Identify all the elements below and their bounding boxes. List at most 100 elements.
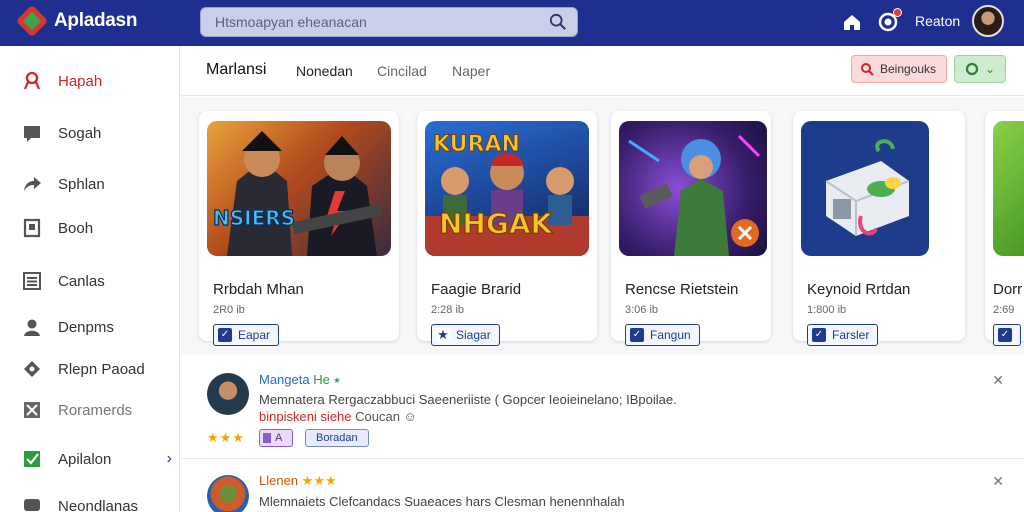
list-item[interactable]: Llenen ★★★ Mlemnaiets Clefcandacs Suaeac… (181, 459, 1024, 512)
svg-text:NSIERS: NSIERS (213, 206, 295, 230)
chevron-right-icon[interactable]: › (167, 450, 172, 468)
avatar[interactable] (207, 475, 249, 512)
install-button[interactable]: ✓ Farsler (807, 324, 879, 346)
search-input[interactable] (215, 14, 535, 30)
install-label: Siagar (456, 328, 491, 342)
list-item[interactable]: Mangeta He ⭑ Memnatera Rergaczabbuci Sae… (181, 356, 1024, 456)
sidebar-item-label: Canlas (58, 272, 105, 290)
app-cards-row: NSIERS Rrbdah Mhan 2R0 ib ✓ Eapar KURAN N… (181, 97, 1024, 355)
tab-marlansi[interactable]: Marlansi (206, 61, 266, 79)
sidebar-item-rlepn-paoad[interactable]: Rlepn Paoad (22, 355, 172, 383)
sidebar-item-hapah[interactable]: Hapah (22, 67, 172, 95)
divider (181, 458, 1024, 459)
tab-naper[interactable]: Naper (452, 63, 490, 79)
install-button[interactable]: ★ Siagar (431, 324, 500, 346)
reviews-list: Mangeta He ⭑ Memnatera Rergaczabbuci Sae… (181, 356, 1024, 512)
top-bar: Apladasn Reaton (0, 0, 1024, 46)
share-arrow-icon (24, 177, 41, 191)
install-label: Farsler (832, 328, 870, 342)
app-title: Keynoid Rrtdan (807, 281, 911, 298)
check-icon: ✓ (630, 328, 644, 342)
avatar[interactable] (207, 373, 249, 415)
install-button[interactable]: ✓ Fangun (625, 324, 700, 346)
beingouks-button[interactable]: Beingouks (851, 55, 947, 83)
game-art-image: NSIERS (212, 131, 383, 256)
filter-button[interactable]: ⌄ (954, 55, 1006, 83)
install-label: Eapar (238, 328, 271, 342)
sidebar-item-sphlan[interactable]: Sphlan (22, 170, 172, 198)
sidebar-item-apilalon[interactable]: Apilalon › (22, 445, 172, 473)
sidebar-item-neondlanas[interactable]: Neondlanas (22, 492, 172, 512)
app-title: Rrbdah Mhan (213, 281, 304, 298)
sidebar-item-canlas[interactable]: Canlas (22, 267, 172, 295)
beingouks-label: Beingouks (880, 62, 937, 76)
check-icon: ✓ (998, 328, 1012, 342)
sidebar-item-label: Sphlan (58, 175, 105, 193)
avatar[interactable] (972, 5, 1004, 37)
sidebar-item-label: Roramerds (58, 401, 133, 419)
rating-stars: ★★★ (207, 430, 245, 445)
home-icon[interactable] (842, 12, 862, 32)
review-author[interactable]: Mangeta He ⭑ (259, 372, 340, 388)
app-logo[interactable]: Apladasn (15, 4, 138, 38)
tag-badge[interactable]: Boradan (305, 429, 369, 447)
sidebar: Hapah Sogah Sphlan Booh Canlas Denpms Rl… (0, 46, 180, 512)
app-card[interactable]: Dorr 2:69 ✓ (985, 111, 1024, 346)
svg-text:NHGAK: NHGAK (439, 207, 554, 240)
app-card[interactable]: Rencse Rietstein 3:06 ib ✓ Fangun (611, 111, 771, 346)
sidebar-item-label: Neondlanas (58, 497, 139, 512)
app-title: Faagie Brarid (431, 281, 522, 298)
app-icon-image (825, 139, 910, 236)
check-icon: ✓ (218, 328, 232, 342)
person-icon (24, 319, 40, 336)
sidebar-item-sogah[interactable]: Sogah (22, 119, 172, 147)
chevron-down-icon: ⌄ (984, 62, 996, 76)
app-thumbnail[interactable] (801, 121, 929, 256)
review-subtext: binpiskeni siehe Coucan ☺ (259, 409, 417, 424)
app-size: 2R0 ib (213, 304, 245, 316)
app-thumbnail[interactable] (619, 121, 767, 256)
sidebar-item-booh[interactable]: Booh (22, 214, 172, 242)
tag-icon (24, 361, 40, 377)
check-icon: ✓ (812, 328, 826, 342)
circle-icon (965, 62, 979, 76)
tab-nonedan[interactable]: Nonedan (296, 63, 353, 79)
app-card[interactable]: NSIERS Rrbdah Mhan 2R0 ib ✓ Eapar (199, 111, 399, 346)
app-card[interactable]: KURAN NHGAK Faagie Brarid 2:28 ib ★ Siaga… (417, 111, 597, 346)
app-thumbnail[interactable] (993, 121, 1024, 256)
flag-icon (263, 433, 271, 443)
user-name[interactable]: Reaton (915, 13, 960, 29)
book-icon (23, 218, 41, 238)
app-title: Dorr (993, 281, 1023, 298)
close-icon[interactable]: ✕ (992, 372, 1004, 389)
game-art-image: KURAN NHGAK (425, 132, 589, 256)
review-author[interactable]: Llenen ★★★ (259, 473, 337, 489)
install-button[interactable]: ✓ Eapar (213, 324, 280, 346)
app-size: 2:69 (993, 304, 1015, 316)
award-icon (23, 71, 41, 90)
search-icon[interactable] (549, 13, 567, 31)
close-icon[interactable]: ✕ (992, 473, 1004, 490)
user-chip[interactable]: A (259, 429, 293, 447)
game-art-image (628, 134, 761, 256)
search-bar[interactable] (200, 7, 578, 37)
app-size: 3:06 ib (625, 304, 659, 316)
sidebar-item-label: Denpms (58, 318, 114, 336)
search-icon (861, 63, 874, 76)
app-thumbnail[interactable]: KURAN NHGAK (425, 121, 589, 256)
sidebar-item-label: Booh (58, 219, 94, 237)
logo-icon (15, 4, 49, 38)
notification-badge (893, 8, 902, 17)
install-button[interactable]: ✓ (993, 324, 1021, 346)
app-title: Rencse Rietstein (625, 281, 739, 298)
sidebar-item-roramerds[interactable]: Roramerds (22, 396, 172, 424)
app-size: 1:800 ib (807, 304, 847, 316)
list-icon (23, 272, 41, 290)
app-title: Apladasn (54, 10, 138, 31)
app-card[interactable]: Keynoid Rrtdan 1:800 ib ✓ Farsler (793, 111, 965, 346)
app-thumbnail[interactable]: NSIERS (207, 121, 391, 256)
chat-bubble-icon (24, 499, 40, 511)
tab-cincilad[interactable]: Cincilad (377, 63, 427, 79)
sidebar-item-denpms[interactable]: Denpms (22, 313, 172, 341)
review-text: Memnatera Rergaczabbuci Saeeneriiste ( G… (259, 392, 677, 407)
